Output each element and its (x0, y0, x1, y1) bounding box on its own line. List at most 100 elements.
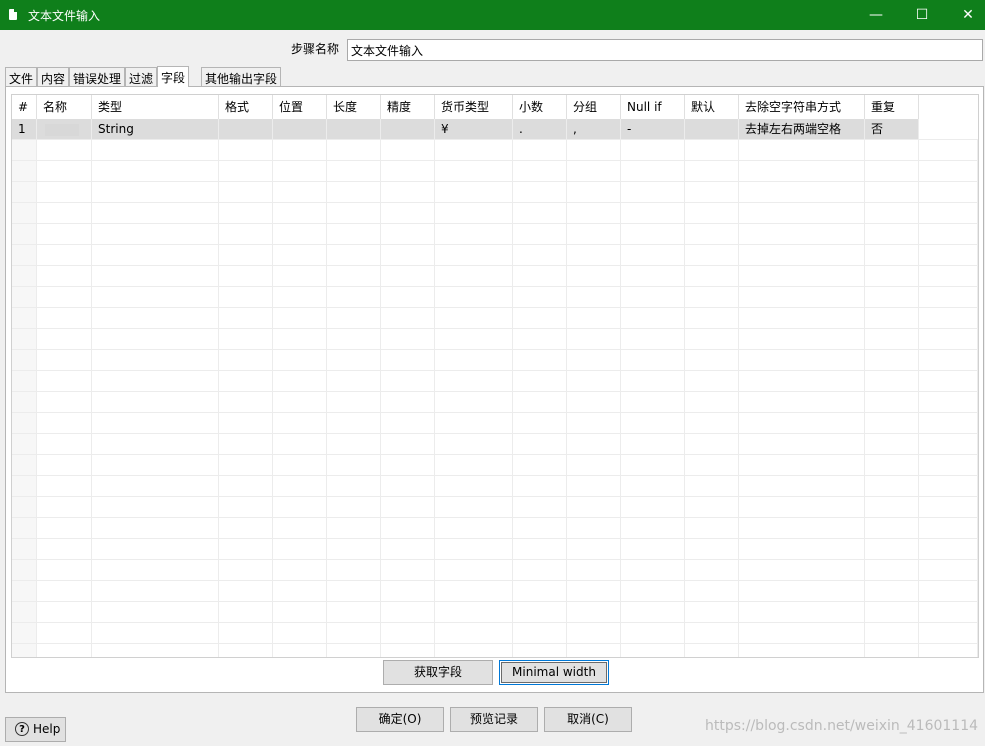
empty-cell (621, 245, 685, 265)
empty-cell (739, 455, 865, 475)
tab-file[interactable]: 文件 (5, 67, 38, 86)
field-length-cell[interactable] (327, 119, 381, 139)
field-format-cell[interactable] (219, 119, 273, 139)
empty-cell (435, 371, 513, 391)
field-default-cell[interactable] (685, 119, 739, 139)
column-header[interactable]: 类型 (92, 95, 219, 119)
field-trim-cell[interactable]: 去掉左右两端空格 (739, 119, 865, 139)
column-header[interactable]: 小数 (513, 95, 567, 119)
empty-cell (621, 644, 685, 657)
empty-cell (685, 413, 739, 433)
ok-button[interactable]: 确定(O) (356, 707, 444, 732)
tab-fields[interactable]: 字段 (157, 66, 190, 87)
column-header[interactable]: 默认 (685, 95, 739, 119)
empty-cell (919, 476, 978, 496)
row-number: 1 (12, 119, 37, 139)
help-button[interactable]: ? Help (5, 717, 66, 742)
empty-cell (219, 644, 273, 657)
field-type-cell[interactable]: String (92, 119, 219, 139)
column-header[interactable]: 货币类型 (435, 95, 513, 119)
empty-cell (739, 203, 865, 223)
tab-error-handling[interactable]: 错误处理 (69, 67, 126, 86)
empty-cell (919, 434, 978, 454)
empty-cell (381, 245, 435, 265)
field-currency-cell[interactable]: ¥ (435, 119, 513, 139)
minimize-button[interactable]: — (853, 0, 899, 30)
preview-button[interactable]: 预览记录 (450, 707, 538, 732)
tab-content[interactable]: 内容 (37, 67, 70, 86)
empty-cell (273, 350, 327, 370)
tab-filter[interactable]: 过滤 (125, 67, 158, 86)
empty-cell (919, 350, 978, 370)
empty-table-row (12, 224, 978, 245)
column-header[interactable]: 分组 (567, 95, 621, 119)
step-name-input[interactable]: 文本文件输入 (347, 39, 983, 61)
empty-cell (685, 266, 739, 286)
column-header[interactable]: 长度 (327, 95, 381, 119)
empty-cell (273, 182, 327, 202)
empty-cell (37, 392, 92, 412)
field-precision-cell[interactable] (381, 119, 435, 139)
empty-cell (12, 245, 37, 265)
empty-cell (37, 476, 92, 496)
empty-cell (567, 203, 621, 223)
fields-table[interactable]: ^ # 名称 类型 格式 位置 长度 精度 货币类型 小数 分组 Null if… (11, 94, 979, 658)
column-header[interactable]: 位置 (273, 95, 327, 119)
empty-cell (513, 350, 567, 370)
field-decimal-cell[interactable]: . (513, 119, 567, 139)
get-fields-button[interactable]: 获取字段 (383, 660, 493, 685)
empty-cell (567, 371, 621, 391)
empty-cell (739, 287, 865, 307)
empty-cell (685, 224, 739, 244)
empty-cell (92, 350, 219, 370)
column-header[interactable]: 重复 (865, 95, 919, 119)
empty-cell (919, 581, 978, 601)
empty-cell (513, 539, 567, 559)
field-repeat-cell[interactable]: 否 (865, 119, 919, 139)
empty-cell (919, 560, 978, 580)
empty-cell (513, 308, 567, 328)
column-header[interactable]: 去除空字符串方式 (739, 95, 865, 119)
field-position-cell[interactable] (273, 119, 327, 139)
empty-table-row (12, 287, 978, 308)
empty-cell (435, 224, 513, 244)
empty-cell (685, 350, 739, 370)
empty-cell (685, 497, 739, 517)
column-header[interactable]: Null if (621, 95, 685, 119)
field-name-cell[interactable] (37, 119, 92, 139)
empty-cell (327, 329, 381, 349)
empty-cell (12, 644, 37, 657)
empty-table-row (12, 476, 978, 497)
close-button[interactable]: ✕ (945, 0, 985, 30)
empty-cell (37, 518, 92, 538)
table-row[interactable]: 1 String ¥ . , - 去掉左右两端空格 否 (12, 119, 978, 140)
empty-cell (37, 644, 92, 657)
minimal-width-button[interactable]: Minimal width (499, 660, 609, 685)
empty-cell (219, 287, 273, 307)
column-header[interactable]: # (12, 95, 37, 119)
empty-cell (685, 560, 739, 580)
empty-cell (567, 539, 621, 559)
empty-cell (919, 161, 978, 181)
column-header[interactable]: 名称 (37, 95, 92, 119)
empty-cell (381, 539, 435, 559)
tab-other-output-fields[interactable]: 其他输出字段 (201, 67, 282, 86)
empty-cell (739, 329, 865, 349)
empty-cell (739, 140, 865, 160)
empty-cell (621, 203, 685, 223)
empty-cell (37, 140, 92, 160)
empty-cell (12, 140, 37, 160)
maximize-button[interactable]: ☐ (899, 0, 945, 30)
column-header[interactable]: 精度 (381, 95, 435, 119)
empty-cell (567, 581, 621, 601)
empty-cell (919, 245, 978, 265)
column-header[interactable]: 格式 (219, 95, 273, 119)
cancel-button[interactable]: 取消(C) (544, 707, 632, 732)
empty-cell (567, 287, 621, 307)
empty-cell (919, 140, 978, 160)
field-nullif-cell[interactable]: - (621, 119, 685, 139)
field-group-cell[interactable]: , (567, 119, 621, 139)
empty-cell (865, 644, 919, 657)
empty-cell (513, 224, 567, 244)
empty-cell (865, 266, 919, 286)
